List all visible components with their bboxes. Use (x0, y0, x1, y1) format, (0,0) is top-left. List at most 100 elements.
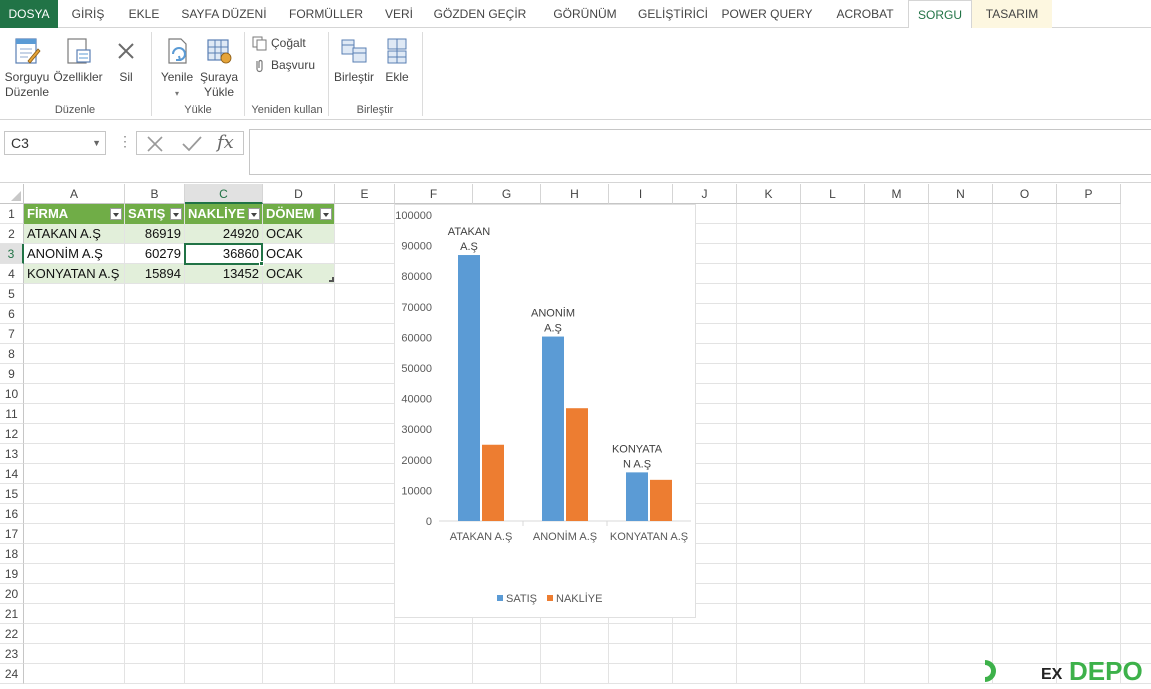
table-cell[interactable]: OCAK (263, 224, 334, 243)
row-header-3[interactable]: 3 (0, 244, 24, 264)
suraya-yukle-button[interactable]: Şuraya Yükle (198, 36, 240, 100)
filter-dropdown-icon[interactable] (320, 208, 332, 220)
column-header-i[interactable]: I (609, 184, 673, 204)
sil-button[interactable]: Sil (108, 36, 144, 85)
row-header-14[interactable]: 14 (0, 464, 24, 484)
basvuru-button[interactable]: Başvuru (252, 56, 315, 74)
table-cell[interactable]: 13452 (185, 264, 262, 283)
tab-power-query[interactable]: POWER QUERY (712, 0, 822, 28)
enter-check-icon[interactable] (181, 135, 203, 153)
tab-sorgu[interactable]: SORGU (908, 0, 972, 29)
sorguyu-duzenle-button[interactable]: Sorguyu Düzenle (4, 36, 50, 100)
cogalt-button[interactable]: Çoğalt (252, 34, 306, 52)
column-header-o[interactable]: O (993, 184, 1057, 204)
select-all-button[interactable] (0, 184, 24, 204)
tab-veri̇[interactable]: VERİ (374, 0, 424, 28)
row-header-2[interactable]: 2 (0, 224, 24, 244)
table-header-satis[interactable]: SATIŞ (125, 204, 184, 224)
tab-geli̇şti̇ri̇ci̇[interactable]: GELİŞTİRİCİ (634, 0, 712, 28)
row-header-17[interactable]: 17 (0, 524, 24, 544)
row-header-1[interactable]: 1 (0, 204, 24, 224)
column-header-e[interactable]: E (335, 184, 395, 204)
birlestir-button[interactable]: Birleştir (332, 36, 376, 85)
tab-gözden-geçi̇r[interactable]: GÖZDEN GEÇİR (424, 0, 536, 28)
table-resize-handle[interactable] (329, 277, 334, 282)
table-cell[interactable]: ANONİM A.Ş (24, 244, 124, 263)
bar-satis[interactable] (626, 472, 648, 521)
table-header-donem[interactable]: DÖNEM (263, 204, 334, 224)
table-cell[interactable]: 15894 (125, 264, 184, 283)
row-header-22[interactable]: 22 (0, 624, 24, 644)
bar-satis[interactable] (542, 337, 564, 521)
table-cell[interactable]: 24920 (185, 224, 262, 243)
column-header-l[interactable]: L (801, 184, 865, 204)
legend-label-satis[interactable]: SATIŞ (506, 593, 537, 605)
column-header-m[interactable]: M (865, 184, 929, 204)
row-header-21[interactable]: 21 (0, 604, 24, 624)
column-chart[interactable]: 0100002000030000400005000060000700008000… (394, 204, 696, 618)
column-header-f[interactable]: F (395, 184, 473, 204)
table-cell[interactable]: ATAKAN A.Ş (24, 224, 124, 243)
table-header-nakliye[interactable]: NAKLİYE (185, 204, 262, 224)
ozellikler-button[interactable]: Özellikler (52, 36, 104, 85)
tab-gi̇ri̇ş[interactable]: GİRİŞ (58, 0, 118, 28)
row-header-4[interactable]: 4 (0, 264, 24, 284)
more-options-icon[interactable]: ⋮ (118, 133, 132, 150)
row-header-11[interactable]: 11 (0, 404, 24, 424)
row-header-24[interactable]: 24 (0, 664, 24, 684)
column-header-d[interactable]: D (263, 184, 335, 204)
chevron-down-icon[interactable]: ▼ (92, 132, 101, 154)
table-cell[interactable]: 86919 (125, 224, 184, 243)
bar-satis[interactable] (458, 255, 480, 521)
row-header-5[interactable]: 5 (0, 284, 24, 304)
filter-dropdown-icon[interactable] (110, 208, 122, 220)
cancel-icon[interactable] (145, 135, 165, 153)
row-header-6[interactable]: 6 (0, 304, 24, 324)
formula-input[interactable] (249, 129, 1151, 175)
bar-nakliye[interactable] (650, 480, 672, 521)
tab-dosya[interactable]: DOSYA (0, 0, 58, 28)
bar-nakliye[interactable] (482, 445, 504, 521)
tab-acrobat[interactable]: ACROBAT (822, 0, 908, 28)
row-header-13[interactable]: 13 (0, 444, 24, 464)
tab-tasarim[interactable]: TASARIM (972, 0, 1052, 28)
column-header-h[interactable]: H (541, 184, 609, 204)
filter-dropdown-icon[interactable] (170, 208, 182, 220)
tab-görünüm[interactable]: GÖRÜNÜM (536, 0, 634, 28)
row-header-19[interactable]: 19 (0, 564, 24, 584)
tab-ekle[interactable]: EKLE (118, 0, 170, 28)
row-header-12[interactable]: 12 (0, 424, 24, 444)
row-header-15[interactable]: 15 (0, 484, 24, 504)
column-header-a[interactable]: A (24, 184, 125, 204)
column-header-b[interactable]: B (125, 184, 185, 204)
table-header-firma[interactable]: FİRMA (24, 204, 124, 224)
ekle-button[interactable]: Ekle (380, 36, 414, 85)
row-header-18[interactable]: 18 (0, 544, 24, 564)
yenile-button[interactable]: Yenile ▾ (158, 36, 196, 101)
insert-function-icon[interactable]: fx (217, 132, 234, 153)
table-cell[interactable]: OCAK (263, 264, 334, 283)
table-cell[interactable]: 60279 (125, 244, 184, 263)
fill-handle[interactable] (259, 261, 264, 266)
column-header-n[interactable]: N (929, 184, 993, 204)
row-header-7[interactable]: 7 (0, 324, 24, 344)
row-header-23[interactable]: 23 (0, 644, 24, 664)
column-header-j[interactable]: J (673, 184, 737, 204)
filter-dropdown-icon[interactable] (248, 208, 260, 220)
column-header-p[interactable]: P (1057, 184, 1121, 204)
table-cell[interactable]: OCAK (263, 244, 334, 263)
column-header-c[interactable]: C (185, 184, 263, 204)
legend-label-nakliye[interactable]: NAKLİYE (556, 592, 602, 605)
row-header-16[interactable]: 16 (0, 504, 24, 524)
row-header-20[interactable]: 20 (0, 584, 24, 604)
tab-sayfa-düzeni̇[interactable]: SAYFA DÜZENİ (170, 0, 278, 28)
row-header-10[interactable]: 10 (0, 384, 24, 404)
row-header-9[interactable]: 9 (0, 364, 24, 384)
bar-nakliye[interactable] (566, 408, 588, 521)
column-header-g[interactable]: G (473, 184, 541, 204)
row-header-8[interactable]: 8 (0, 344, 24, 364)
column-header-k[interactable]: K (737, 184, 801, 204)
tab-formüller[interactable]: FORMÜLLER (278, 0, 374, 28)
table-cell[interactable]: KONYATAN A.Ş (24, 264, 124, 283)
name-box[interactable]: C3 ▼ (4, 131, 106, 155)
